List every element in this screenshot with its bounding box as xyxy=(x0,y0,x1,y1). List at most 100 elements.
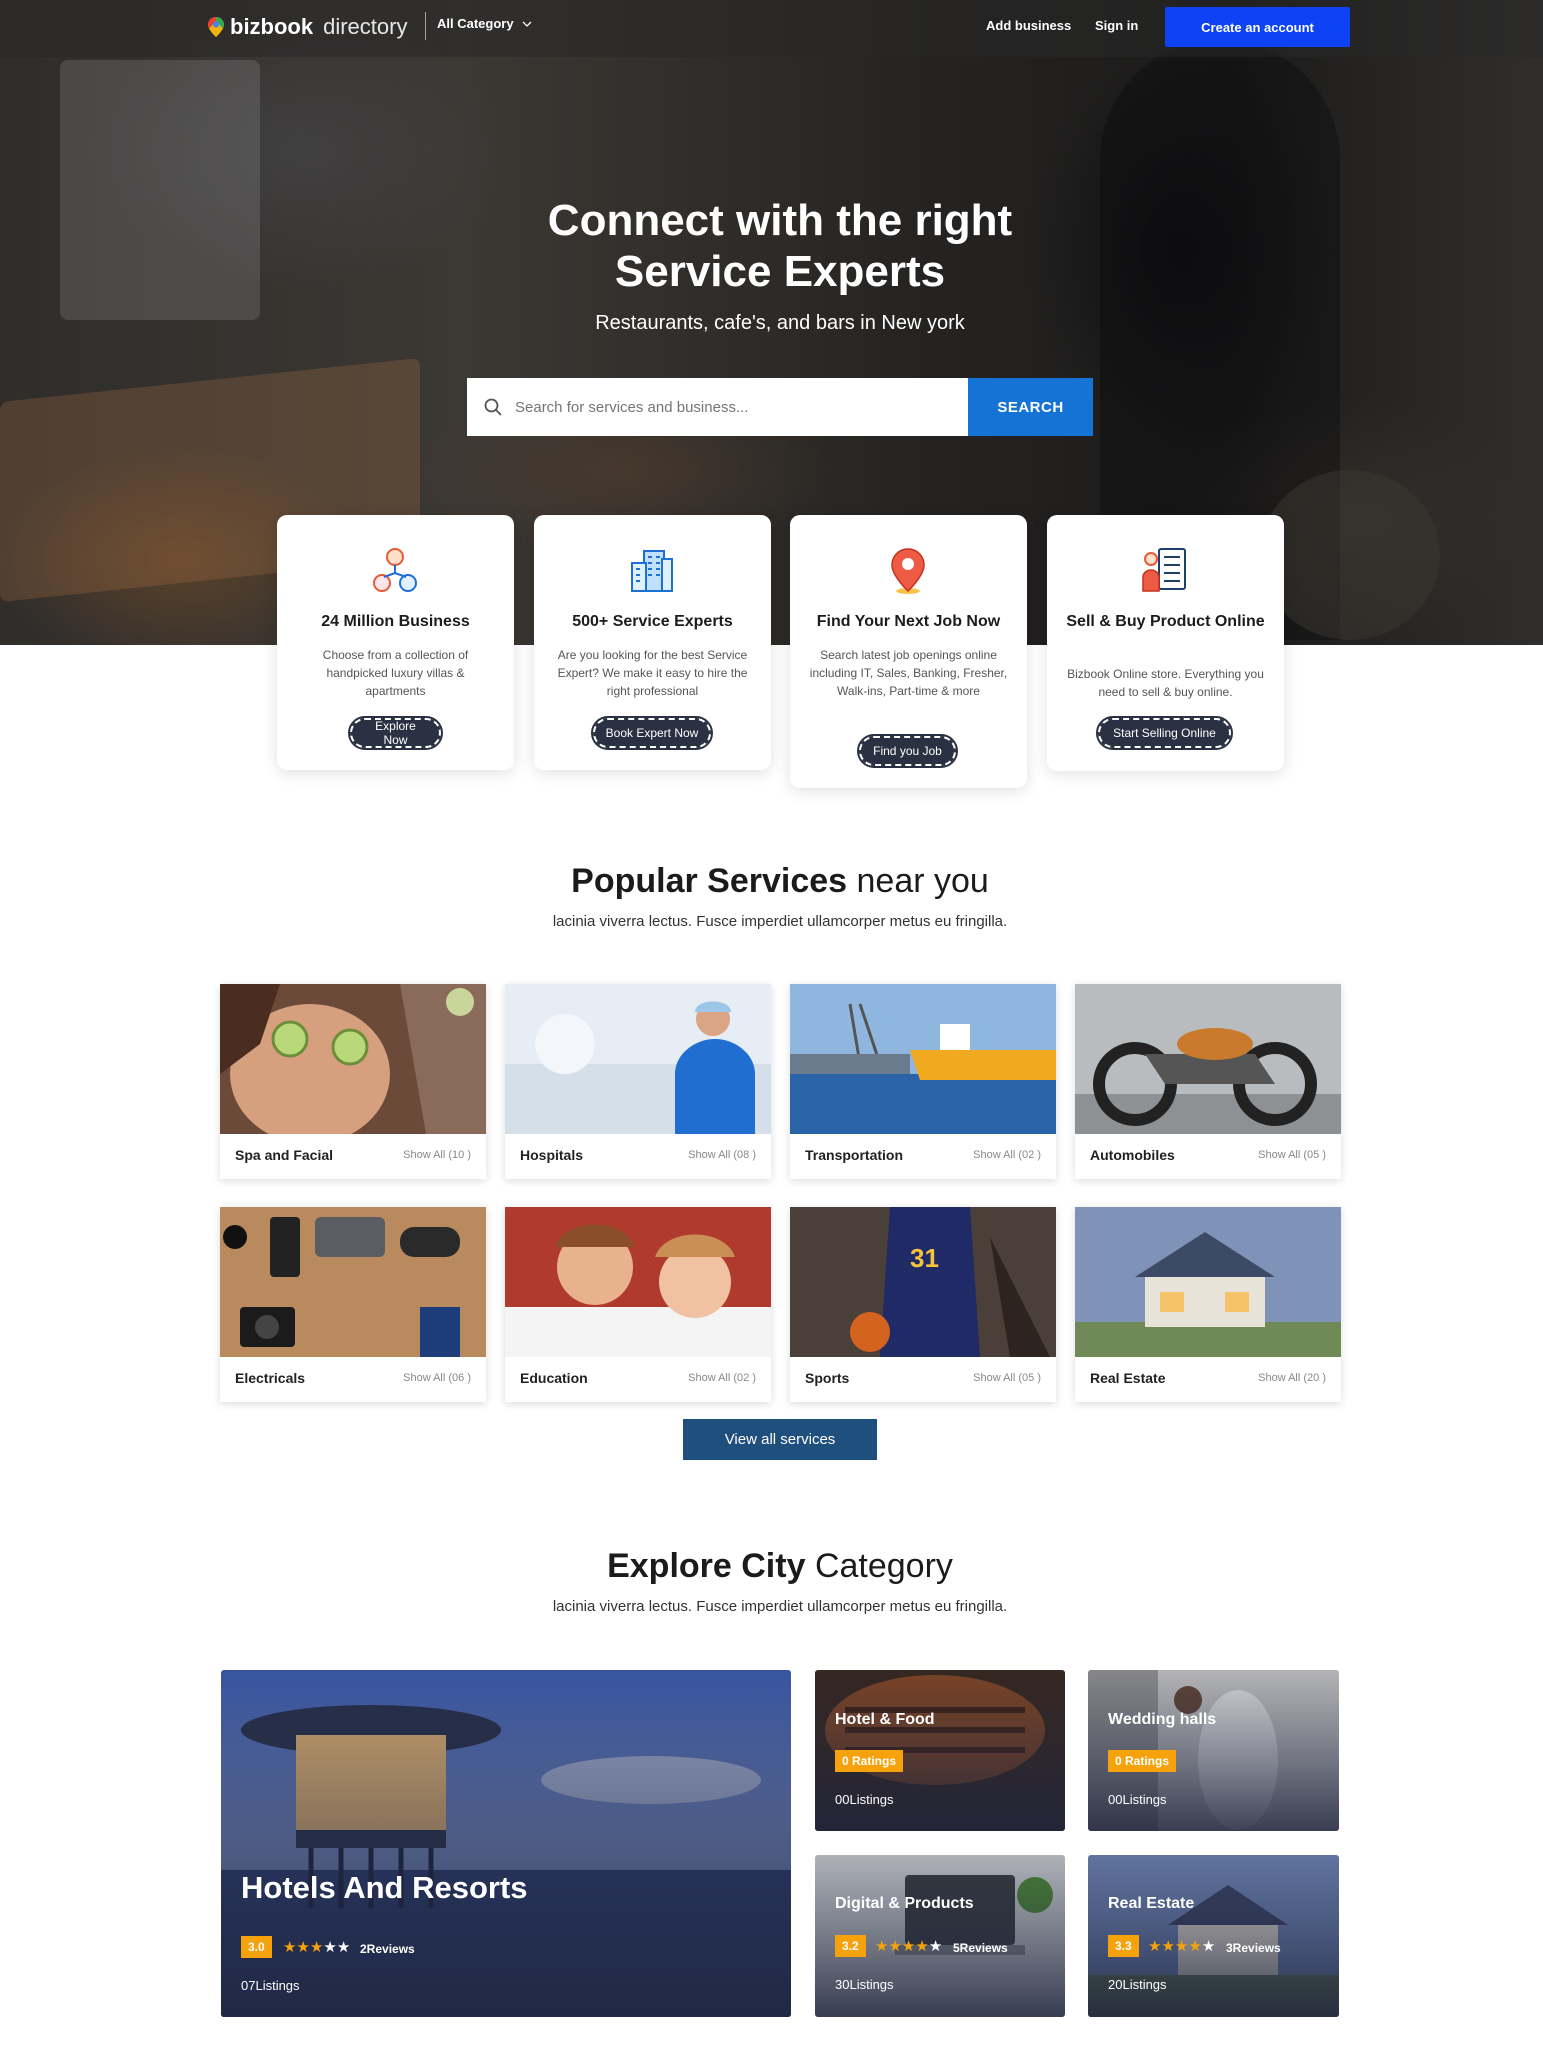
reviews-count: 3Reviews xyxy=(1226,1941,1281,1955)
service-image-transportation xyxy=(790,984,1056,1134)
service-name: Education xyxy=(520,1370,588,1386)
reviews-count: 2Reviews xyxy=(360,1942,415,1956)
service-card-spa[interactable]: Spa and Facial Show All (10 ) xyxy=(220,984,486,1179)
chevron-down-icon xyxy=(522,21,532,27)
city-card-title: Hotels And Resorts xyxy=(241,1870,528,1905)
popular-title-bold: Popular Services xyxy=(571,862,848,900)
map-pin-icon xyxy=(891,548,925,594)
star-icon: ★ xyxy=(1201,1938,1216,1955)
service-card-education[interactable]: Education Show All (02 ) xyxy=(505,1207,771,1402)
popular-services-title: Popular Services near you xyxy=(0,862,1543,901)
category-dropdown[interactable]: All Category xyxy=(437,16,532,31)
category-dropdown-label: All Category xyxy=(437,16,514,31)
star-icon: ★ xyxy=(1188,1938,1202,1955)
search-button[interactable]: SEARCH xyxy=(968,378,1093,436)
create-account-button[interactable]: Create an account xyxy=(1165,7,1350,47)
start-selling-button[interactable]: Start Selling Online xyxy=(1096,716,1233,750)
hero-title-line-2: Service Experts xyxy=(614,247,946,296)
star-icon: ★ xyxy=(309,1939,324,1956)
star-rating: ★★★★★ xyxy=(1148,1937,1215,1955)
service-count-link[interactable]: Show All (06 ) xyxy=(403,1372,471,1384)
feature-title: 500+ Service Experts xyxy=(572,613,733,630)
find-job-button[interactable]: Find you Job xyxy=(857,734,958,768)
service-card-real-estate[interactable]: Real Estate Show All (20 ) xyxy=(1075,1207,1341,1402)
listings-count: 20Listings xyxy=(1108,1977,1167,1992)
feature-card-experts: 500+ Service Experts Are you looking for… xyxy=(534,515,771,770)
feature-title: Sell & Buy Product Online xyxy=(1066,613,1265,630)
rating-badge: 3.3 xyxy=(1108,1935,1139,1957)
service-count-link[interactable]: Show All (10 ) xyxy=(403,1149,471,1161)
city-card-wedding-halls[interactable]: Wedding halls 0 Ratings 00Listings xyxy=(1088,1670,1339,1831)
explore-city-subtitle: lacinia viverra lectus. Fusce imperdiet … xyxy=(552,1598,1008,1615)
city-card-hotels-resorts[interactable]: Hotels And Resorts 3.0 ★★★★★ 2Reviews 07… xyxy=(221,1670,791,2017)
service-count-link[interactable]: Show All (08 ) xyxy=(688,1149,756,1161)
sign-in-link[interactable]: Sign in xyxy=(1095,18,1138,33)
service-count-link[interactable]: Show All (05 ) xyxy=(1258,1149,1326,1161)
star-icon: ★ xyxy=(296,1939,310,1956)
listings-count: 00Listings xyxy=(835,1792,894,1807)
service-count-link[interactable]: Show All (02 ) xyxy=(973,1149,1041,1161)
city-title-bold: Explore City xyxy=(607,1547,806,1585)
logo-text-light: directory xyxy=(323,14,408,39)
star-icon: ★ xyxy=(888,1938,902,1955)
logo-text-bold: bizbook xyxy=(230,14,314,39)
checklist-person-icon xyxy=(1142,548,1186,592)
top-navigation-bar: bizbook directory All Category Add busin… xyxy=(0,0,1543,57)
city-card-real-estate[interactable]: Real Estate 3.3 ★★★★★ 3Reviews 20Listing… xyxy=(1088,1855,1339,2017)
feature-title: Find Your Next Job Now xyxy=(816,613,1001,630)
service-card-sports[interactable]: 31 Sports Show All (05 ) xyxy=(790,1207,1056,1402)
city-card-digital-products[interactable]: Digital & Products 3.2 ★★★★★ 5Reviews 30… xyxy=(815,1855,1065,2017)
star-icon: ★ xyxy=(283,1939,297,1956)
city-card-title: Real Estate xyxy=(1108,1895,1195,1912)
service-name: Transportation xyxy=(805,1147,904,1163)
service-name: Electricals xyxy=(235,1370,306,1386)
service-card-automobiles[interactable]: Automobiles Show All (05 ) xyxy=(1075,984,1341,1179)
feature-description: Search latest job openings online includ… xyxy=(809,648,1008,698)
city-card-title: Wedding halls xyxy=(1108,1711,1217,1728)
hero-subtitle: Restaurants, cafe's, and bars in New yor… xyxy=(595,312,965,334)
feature-title: 24 Million Business xyxy=(321,613,470,630)
star-icon: ★ xyxy=(1148,1938,1162,1955)
add-business-link[interactable]: Add business xyxy=(986,18,1071,33)
service-image-real-estate xyxy=(1075,1207,1341,1357)
explore-now-button[interactable]: Explore Now xyxy=(348,716,443,750)
building-icon xyxy=(631,550,673,592)
star-icon: ★ xyxy=(928,1938,943,1955)
service-image-electricals xyxy=(220,1207,486,1357)
star-icon: ★ xyxy=(915,1938,929,1955)
search-input[interactable] xyxy=(515,398,955,416)
hero-decor-pan xyxy=(1260,470,1440,640)
service-count-link[interactable]: Show All (05 ) xyxy=(973,1372,1041,1384)
hero-title-line-1: Connect with the right xyxy=(547,196,1013,245)
svg-text:31: 31 xyxy=(910,1243,939,1273)
star-rating: ★★★★★ xyxy=(283,1938,350,1956)
service-name: Real Estate xyxy=(1090,1370,1166,1386)
search-field-container xyxy=(467,378,968,436)
feature-card-store: Sell & Buy Product Online Bizbook Online… xyxy=(1047,515,1284,771)
site-logo[interactable]: bizbook directory xyxy=(208,12,407,42)
service-name: Automobiles xyxy=(1090,1147,1175,1163)
book-expert-button[interactable]: Book Expert Now xyxy=(591,716,713,750)
star-icon: ★ xyxy=(1161,1938,1175,1955)
service-card-electricals[interactable]: Electricals Show All (06 ) xyxy=(220,1207,486,1402)
star-rating: ★★★★★ xyxy=(875,1937,942,1955)
view-all-services-button[interactable]: View all services xyxy=(683,1419,877,1460)
service-card-hospitals[interactable]: Hospitals Show All (08 ) xyxy=(505,984,771,1179)
star-icon: ★ xyxy=(1174,1938,1189,1955)
service-count-link[interactable]: Show All (02 ) xyxy=(688,1372,756,1384)
city-card-overlay xyxy=(221,1670,791,2017)
service-name: Spa and Facial xyxy=(235,1147,334,1163)
star-icon: ★ xyxy=(875,1938,889,1955)
service-count-link[interactable]: Show All (20 ) xyxy=(1258,1372,1326,1384)
reviews-count: 5Reviews xyxy=(953,1941,1008,1955)
city-card-hotel-food[interactable]: Hotel & Food 0 Ratings 00Listings xyxy=(815,1670,1065,1831)
service-name: Sports xyxy=(805,1370,850,1386)
hero-title: Connect with the right Service Experts xyxy=(0,195,1543,297)
feature-description: Are you looking for the best Service Exp… xyxy=(557,648,748,698)
rating-badge: 0 Ratings xyxy=(835,1750,904,1772)
feature-description: Choose from a collection of handpicked l… xyxy=(322,648,469,698)
feature-card-business: 24 Million Business Choose from a collec… xyxy=(277,515,514,770)
star-icon: ★ xyxy=(336,1939,351,1956)
feature-card-jobs: Find Your Next Job Now Search latest job… xyxy=(790,515,1027,788)
service-card-transportation[interactable]: Transportation Show All (02 ) xyxy=(790,984,1056,1179)
